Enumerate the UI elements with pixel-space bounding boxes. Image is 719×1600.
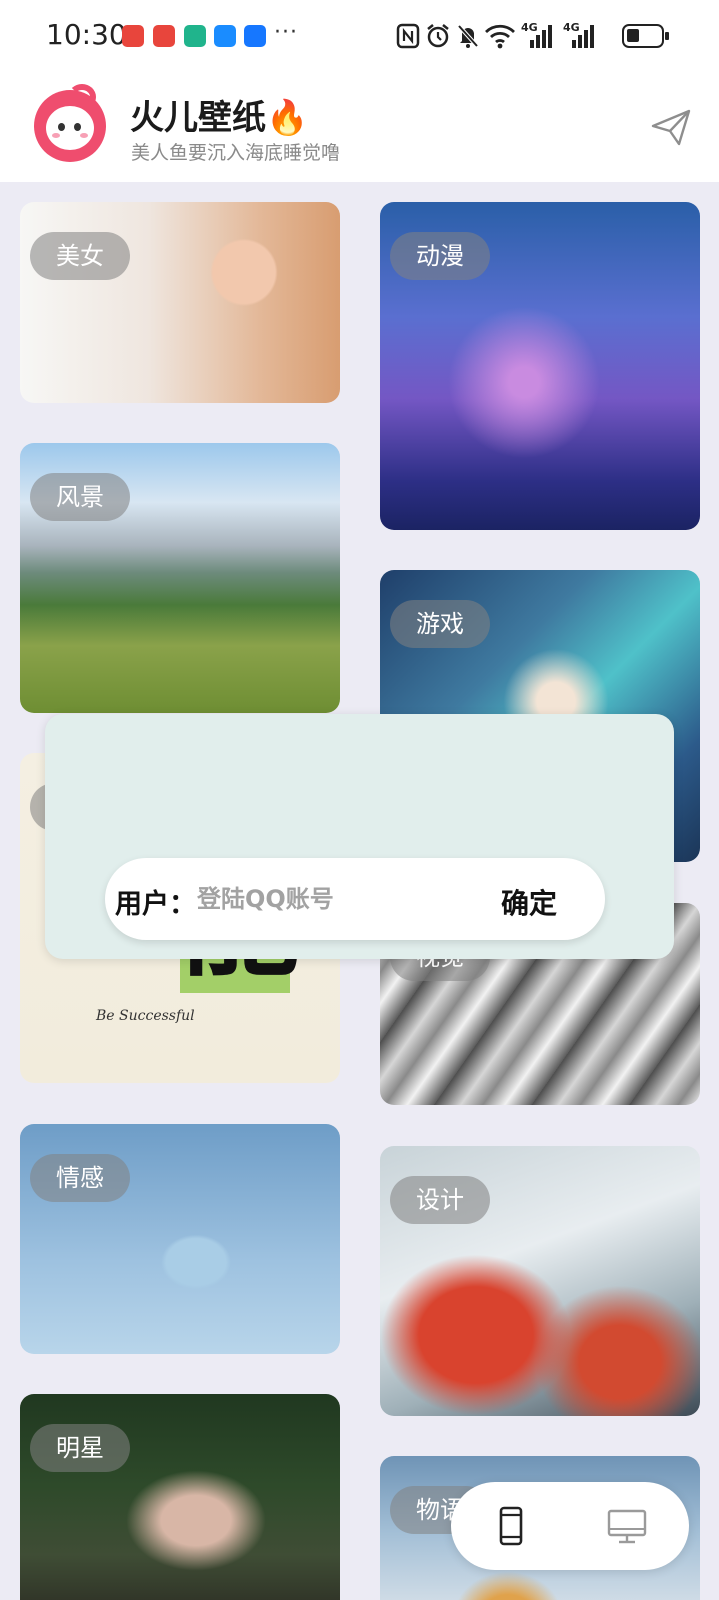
app-logo bbox=[34, 84, 106, 162]
notification-icon bbox=[153, 25, 175, 47]
battery-icon bbox=[622, 24, 669, 48]
notification-icon bbox=[184, 25, 206, 47]
category-label: 游戏 bbox=[390, 600, 490, 648]
wifi-icon bbox=[485, 24, 515, 49]
desktop-icon[interactable] bbox=[603, 1502, 651, 1550]
category-label: 风景 bbox=[30, 473, 130, 521]
status-time: 10:30 bbox=[46, 18, 127, 51]
category-card-emotion[interactable]: 情感 bbox=[20, 1124, 340, 1354]
alarm-icon bbox=[427, 24, 449, 48]
category-card-anime[interactable]: 动漫 bbox=[380, 202, 700, 530]
device-switcher bbox=[451, 1482, 689, 1570]
mute-icon bbox=[457, 24, 479, 48]
category-card-celebrity[interactable]: 明星 bbox=[20, 1394, 340, 1600]
more-notifications-icon: ··· bbox=[274, 20, 298, 45]
paper-plane-icon[interactable] bbox=[650, 106, 692, 148]
qq-account-input[interactable] bbox=[197, 876, 457, 922]
notification-icon bbox=[122, 25, 144, 47]
login-bar: 用户： 确定 bbox=[105, 858, 605, 940]
nfc-icon bbox=[396, 23, 420, 49]
notification-icon bbox=[244, 25, 266, 47]
category-card-design[interactable]: 设计 bbox=[380, 1146, 700, 1416]
app-title: 火儿壁纸🔥 bbox=[130, 98, 309, 138]
category-label: 设计 bbox=[390, 1176, 490, 1224]
category-card-beauty[interactable]: 美女 bbox=[20, 202, 340, 403]
category-label: 明星 bbox=[30, 1424, 130, 1472]
signal-icon bbox=[530, 25, 552, 48]
app-header: 火儿壁纸🔥 美人鱼要沉入海底睡觉噜 bbox=[0, 74, 719, 182]
notification-icon bbox=[214, 25, 236, 47]
signal-icon bbox=[572, 25, 594, 48]
category-label: 情感 bbox=[30, 1154, 130, 1202]
category-card-scenery[interactable]: 风景 bbox=[20, 443, 340, 713]
category-label: 动漫 bbox=[390, 232, 490, 280]
category-label: 美女 bbox=[30, 232, 130, 280]
status-bar: 10:30 ··· 4G 4G bbox=[0, 0, 719, 74]
phone-icon[interactable] bbox=[487, 1502, 535, 1550]
user-label: 用户： bbox=[115, 889, 196, 920]
app-subtitle: 美人鱼要沉入海底睡觉噜 bbox=[131, 142, 341, 164]
text-card-script: Be Successful bbox=[96, 1008, 195, 1024]
confirm-button[interactable]: 确定 bbox=[501, 882, 557, 922]
login-dialog: 用户： 确定 bbox=[45, 714, 674, 959]
